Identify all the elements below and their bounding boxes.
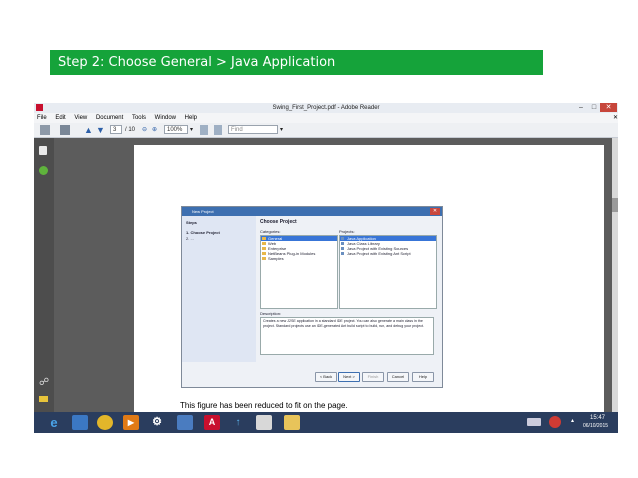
zoom-out-icon[interactable]: ⊖	[142, 125, 147, 135]
description-box: Creates a new J2SE application in a stan…	[260, 317, 434, 355]
comment-icon[interactable]	[39, 396, 48, 402]
description-label: Description:	[260, 311, 282, 316]
folder-icon[interactable]	[284, 415, 300, 430]
settings-icon[interactable]: ⚙	[149, 415, 165, 430]
step-item: 2. ...	[186, 236, 194, 241]
find-dropdown-icon[interactable]: ▾	[280, 125, 283, 135]
toolbar: ▲ ▼ 3 / 10 ⊖ ⊕ 100% ▾ Find ▾	[34, 123, 618, 138]
media-player-icon[interactable]: ▶	[123, 415, 139, 430]
new-project-dialog: New Project ✕ Steps 1. Choose Project 2.…	[181, 206, 443, 388]
page-number-field[interactable]: 3	[110, 125, 122, 134]
help-button[interactable]: Help	[412, 372, 434, 382]
calendar-app-icon[interactable]	[256, 415, 272, 430]
vertical-scrollbar[interactable]	[612, 138, 618, 412]
adobe-reader-icon[interactable]: A	[204, 415, 220, 430]
pages-icon[interactable]	[39, 146, 47, 155]
menu-document[interactable]: Document	[96, 115, 123, 121]
dialog-title: New Project	[182, 207, 442, 216]
next-page-icon[interactable]: ▼	[96, 125, 105, 135]
help-icon[interactable]	[39, 166, 48, 175]
projects-label: Projects:	[339, 229, 355, 234]
step-banner: Step 2: Choose General > Java Applicatio…	[50, 50, 543, 75]
projects-list: Java Application Java Class Library Java…	[339, 235, 437, 309]
next-button[interactable]: Next >	[338, 372, 360, 382]
clock-date[interactable]: 06/10/2015	[583, 423, 608, 429]
virtualbox-icon[interactable]	[177, 415, 193, 430]
back-button[interactable]: < Back	[315, 372, 337, 382]
navigation-pane: ☍	[34, 138, 54, 412]
close-document-icon[interactable]: ✕	[613, 113, 618, 123]
menu-edit[interactable]: Edit	[55, 115, 65, 121]
computer-icon[interactable]	[72, 415, 88, 430]
menu-help[interactable]: Help	[185, 115, 197, 121]
app-icon-blue[interactable]: ↑	[230, 415, 246, 430]
window-title: Swing_First_Project.pdf - Adobe Reader	[272, 105, 380, 111]
keyboard-icon[interactable]	[527, 418, 541, 426]
page-total: / 10	[125, 127, 136, 133]
tray-expand-icon[interactable]: ▴	[571, 417, 574, 424]
minimize-icon[interactable]: –	[575, 103, 587, 112]
screenshot-window: Swing_First_Project.pdf - Adobe Reader –…	[34, 103, 618, 433]
finish-button[interactable]: Finish	[362, 372, 384, 382]
restore-icon[interactable]: □	[589, 103, 599, 112]
menu-view[interactable]: View	[74, 115, 87, 121]
share-icon[interactable]	[60, 125, 70, 135]
chrome-icon[interactable]	[97, 415, 113, 430]
menu-bar: File Edit View Document Tools Window Hel…	[34, 113, 618, 123]
menu-window[interactable]: Window	[155, 115, 176, 121]
fit-page-icon[interactable]	[200, 125, 208, 135]
clock-time[interactable]: 15:47	[590, 415, 605, 421]
antivirus-icon[interactable]	[549, 416, 561, 428]
dialog-heading: Choose Project	[260, 219, 297, 225]
categories-list: General Web Enterprise NetBeans Plug-in …	[260, 235, 338, 309]
menu-tools[interactable]: Tools	[132, 115, 146, 121]
previous-page-icon[interactable]: ▲	[84, 125, 93, 135]
attachment-icon[interactable]: ☍	[39, 377, 49, 388]
internet-explorer-icon[interactable]: e	[46, 415, 62, 430]
category-item[interactable]: Samples	[261, 256, 337, 261]
steps-label: Steps	[186, 220, 197, 225]
find-field[interactable]: Find	[228, 125, 278, 134]
close-icon[interactable]: ✕	[600, 103, 617, 112]
taskbar: e ▶ ⚙ A ↑ ▴ 15:47 06/10/2015	[34, 412, 618, 433]
menu-file[interactable]: File	[37, 115, 47, 121]
zoom-dropdown-icon[interactable]: ▾	[190, 125, 193, 135]
figure-caption: This figure has been reduced to fit on t…	[180, 401, 348, 410]
fit-width-icon[interactable]	[214, 125, 222, 135]
print-icon[interactable]	[40, 125, 50, 135]
steps-panel: Steps 1. Choose Project 2. ...	[182, 216, 256, 362]
dialog-close-icon[interactable]: ✕	[430, 208, 440, 215]
zoom-in-icon[interactable]: ⊕	[152, 125, 157, 135]
scrollbar-thumb[interactable]	[612, 198, 618, 212]
categories-label: Categories:	[260, 229, 281, 234]
cancel-button[interactable]: Cancel	[387, 372, 409, 382]
zoom-field[interactable]: 100%	[164, 125, 188, 134]
step-item: 1. Choose Project	[186, 230, 220, 235]
project-item[interactable]: Java Project with Existing Ant Script	[340, 251, 436, 256]
